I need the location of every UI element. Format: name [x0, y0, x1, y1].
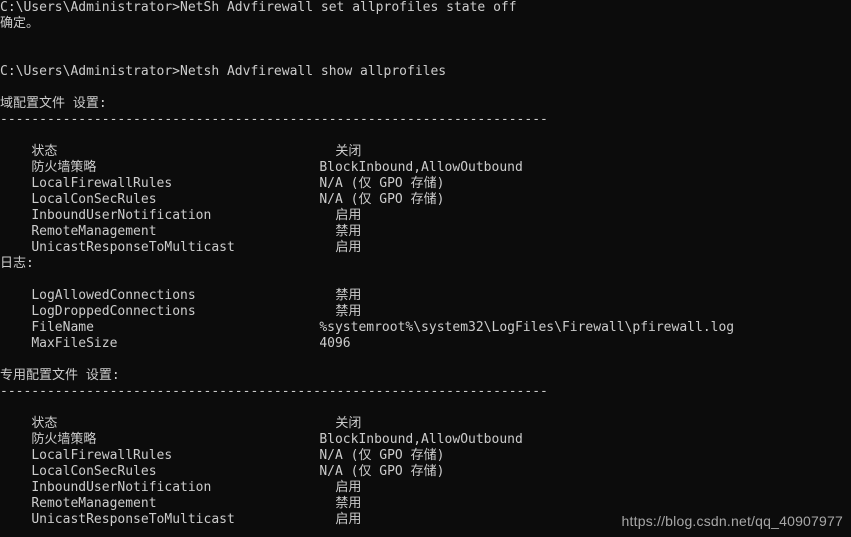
setting-row-filename-domain: FileName %systemroot%\system32\LogFiles\F…	[0, 304, 851, 335]
setting-row-remote-management-private: RemoteManagement 禁用	[0, 480, 851, 511]
setting-row-unicast-response-private: UnicastResponseToMulticast 启用	[0, 496, 851, 527]
setting-row-state-private: 状态 关闭	[0, 400, 851, 431]
setting-row-log-dropped-connections-domain: LogDroppedConnections 禁用	[0, 288, 851, 319]
command-line-1: C:\Users\Administrator>NetSh Advfirewall…	[0, 0, 517, 15]
setting-row-unicast-response-domain: UnicastResponseToMulticast 启用	[0, 224, 851, 255]
section-title-private-profile: 专用配置文件 设置:	[0, 368, 120, 383]
section-rule-private-profile: ----------------------------------------…	[0, 384, 548, 399]
command-output-ok: 确定。	[0, 16, 40, 31]
setting-row-inbound-user-notification-domain: InboundUserNotification 启用	[0, 192, 851, 223]
section-title-domain-profile: 域配置文件 设置:	[0, 96, 107, 111]
setting-key: UnicastResponseToMulticast	[31, 240, 235, 255]
setting-value: 启用	[335, 512, 362, 527]
setting-row-firewall-policy-domain: 防火墙策略 BlockInbound,AllowOutbound	[0, 144, 851, 175]
setting-row-remote-management-domain: RemoteManagement 禁用	[0, 208, 851, 239]
setting-value: 启用	[335, 240, 362, 255]
setting-row-maxfilesize-domain: MaxFileSize 4096	[0, 320, 851, 351]
setting-row-state-domain: 状态 关闭	[0, 128, 851, 159]
setting-row-log-allowed-connections-domain: LogAllowedConnections 禁用	[0, 272, 851, 303]
setting-row-localfirewallrules-private: LocalFirewallRules N/A (仅 GPO 存储)	[0, 432, 851, 463]
terminal-console[interactable]: C:\Users\Administrator>NetSh Advfirewall…	[0, 0, 851, 537]
setting-row-inbound-user-notification-private: InboundUserNotification 启用	[0, 464, 851, 495]
setting-value: 4096	[319, 336, 351, 351]
subsection-title-logging-domain: 日志:	[0, 256, 34, 271]
command-line-2: C:\Users\Administrator>Netsh Advfirewall…	[0, 64, 447, 79]
setting-row-localfirewallrules-domain: LocalFirewallRules N/A (仅 GPO 存储)	[0, 160, 851, 191]
setting-row-localconsecrules-domain: LocalConSecRules N/A (仅 GPO 存储)	[0, 176, 851, 207]
setting-row-firewall-policy-private: 防火墙策略 BlockInbound,AllowOutbound	[0, 416, 851, 447]
setting-key: UnicastResponseToMulticast	[31, 512, 235, 527]
setting-key: MaxFileSize	[31, 336, 118, 351]
setting-row-localconsecrules-private: LocalConSecRules N/A (仅 GPO 存储)	[0, 448, 851, 479]
section-rule-domain-profile: ----------------------------------------…	[0, 112, 548, 127]
